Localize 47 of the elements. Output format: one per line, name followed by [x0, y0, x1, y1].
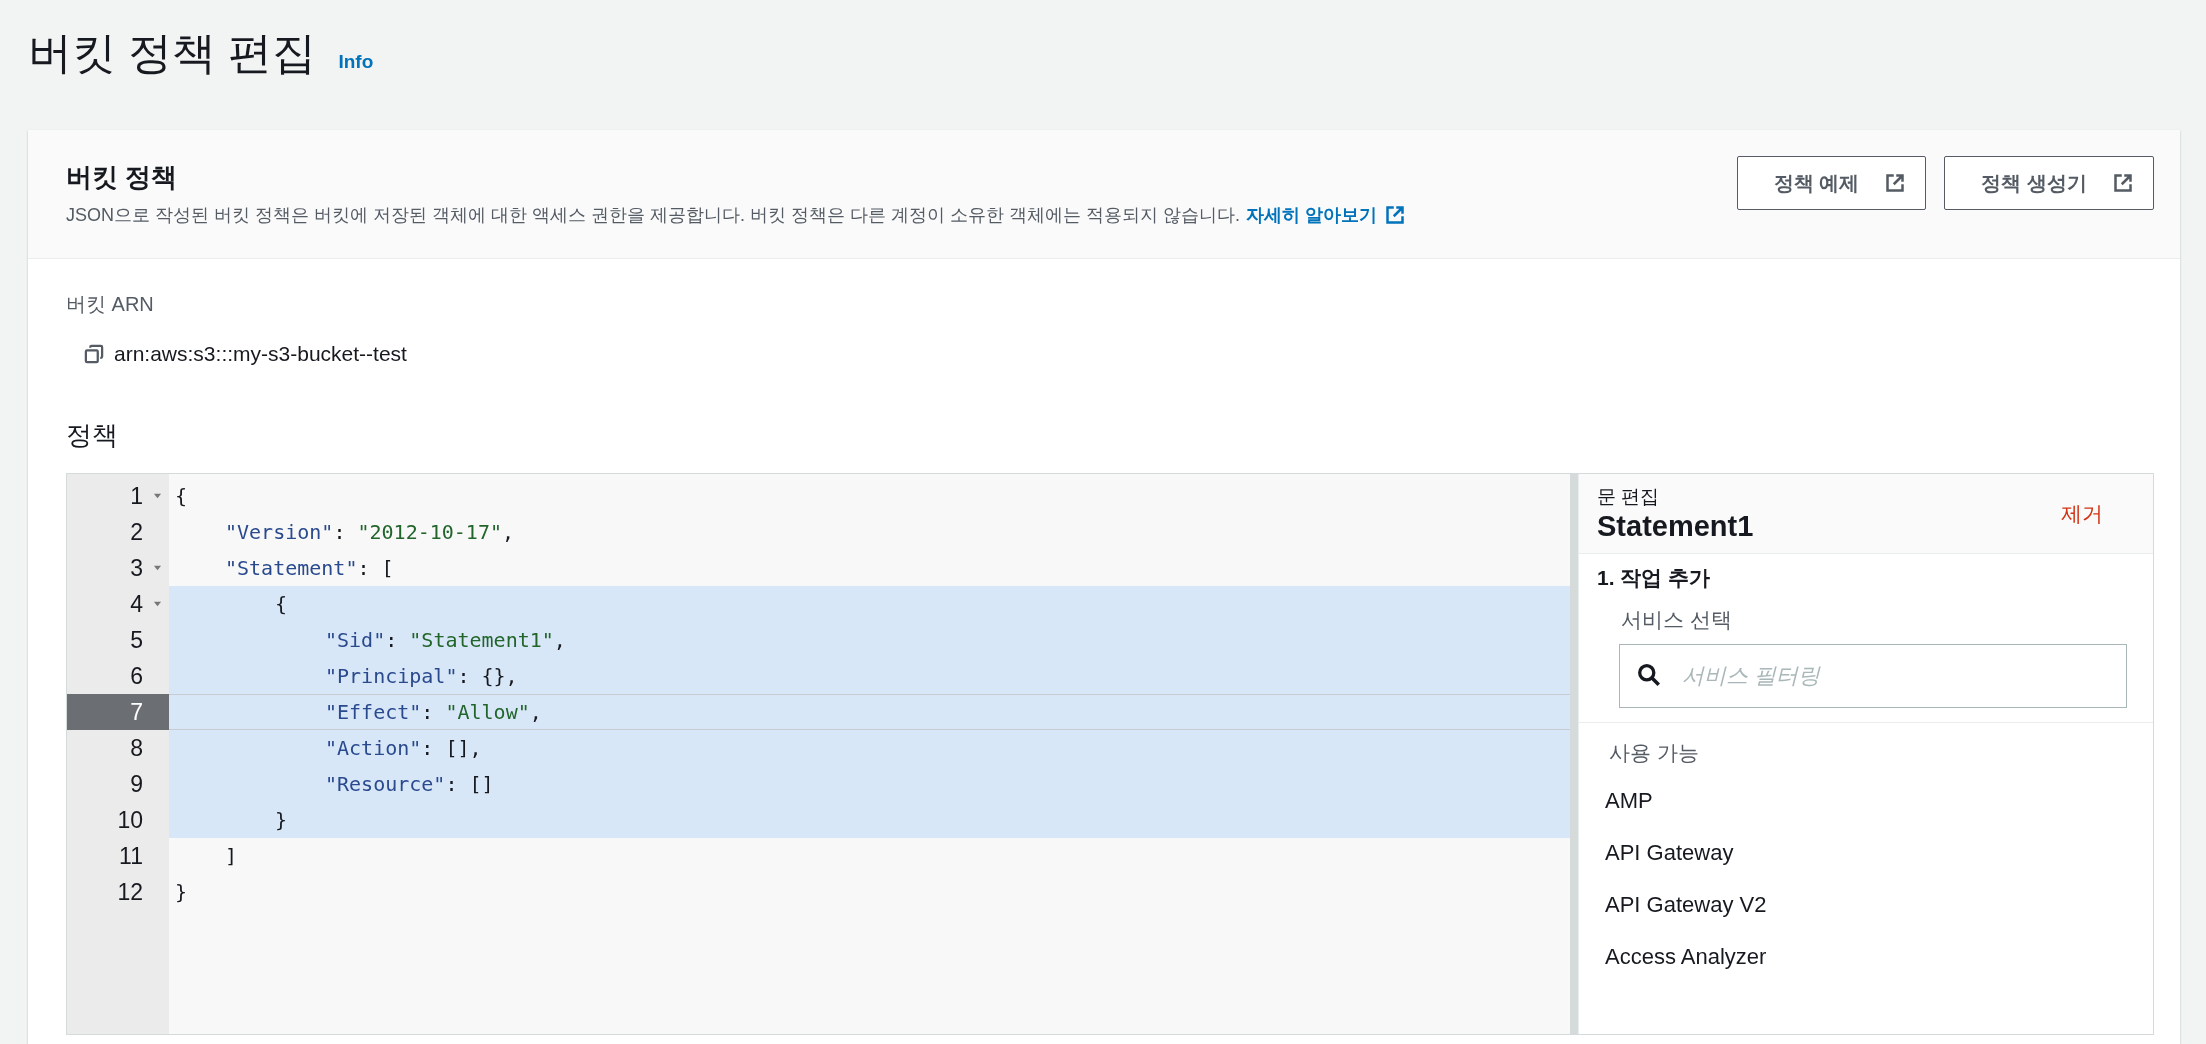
line-number: 9	[130, 770, 144, 798]
external-link-icon	[1885, 173, 1906, 193]
service-item[interactable]: API Gateway	[1605, 827, 2135, 879]
line-number: 4	[130, 590, 144, 618]
fold-caret-icon	[152, 492, 162, 500]
card-title: 버킷 정책	[66, 161, 179, 194]
line-number: 3	[130, 554, 144, 582]
step-title: 1. 작업 추가	[1597, 565, 1712, 591]
remove-link[interactable]: 제거	[2061, 499, 2103, 528]
info-link[interactable]: Info	[338, 51, 374, 73]
arn-label: 버킷 ARN	[66, 292, 155, 317]
field-label: 서비스 선택	[1621, 607, 1733, 633]
statement-title: Statement1	[1597, 510, 1754, 543]
external-link-icon	[1385, 205, 1406, 225]
service-item[interactable]: Access Analyzer	[1605, 931, 2135, 983]
policy-label: 정책	[66, 419, 119, 452]
external-link-button[interactable]: 정책 예제	[1736, 156, 1927, 210]
line-number: 1	[130, 482, 144, 510]
code-line: "Statement": [	[224, 555, 395, 582]
service-item[interactable]: AMP	[1605, 775, 2135, 827]
copy-icon	[84, 344, 104, 364]
code-editor[interactable]: 1 2 3 4 5 6 7 8 9 10 11 12 { "Version": "2012-10-17", "Statement": [ { "Sid": "Statement1", "Principal": {}, "Effect": "Allow", "Action": [], "Resource": [] } ] }	[67, 474, 1570, 1034]
group-label: 사용 가능	[1609, 740, 1700, 766]
line-number: 8	[130, 734, 144, 762]
search-field[interactable]: 서비스 필터링	[1619, 644, 2127, 708]
card-description: JSON으로 작성된 버킷 정책은 버킷에 저장된 객체에 대한 액세스 권한을 제공합니다. 버킷 정책은 다른 계정이 소유한 객체에는 적용되지 않습니다.	[66, 204, 1241, 227]
page-title: 버킷 정책 편집	[28, 27, 317, 79]
service-item[interactable]: API Gateway V2	[1605, 879, 2135, 931]
external-link-button[interactable]: 정책 생성기	[1944, 156, 2154, 210]
code-line: }	[174, 879, 189, 906]
code-line: "Version": "2012-10-17",	[224, 519, 515, 546]
line-number: 5	[130, 626, 144, 654]
splitter-handle[interactable]	[1570, 474, 1578, 1034]
line-number: 12	[117, 878, 144, 906]
code-line: {	[174, 483, 189, 510]
arn-value: arn:aws:s3:::my-s3-bucket--test	[114, 342, 407, 366]
fold-caret-icon	[152, 600, 162, 608]
code-line: ]	[224, 843, 239, 870]
fold-caret-icon	[152, 564, 162, 572]
line-number: 6	[130, 662, 144, 690]
panel-caption: 문 편집	[1597, 485, 1661, 509]
external-link-icon	[2113, 173, 2133, 193]
line-number: 11	[119, 842, 144, 870]
learn-more-link[interactable]: 자세히 알아보기	[1246, 203, 1406, 227]
line-number: 2	[130, 518, 144, 546]
line-number: 10	[117, 806, 144, 834]
line-number: 7	[130, 698, 144, 726]
